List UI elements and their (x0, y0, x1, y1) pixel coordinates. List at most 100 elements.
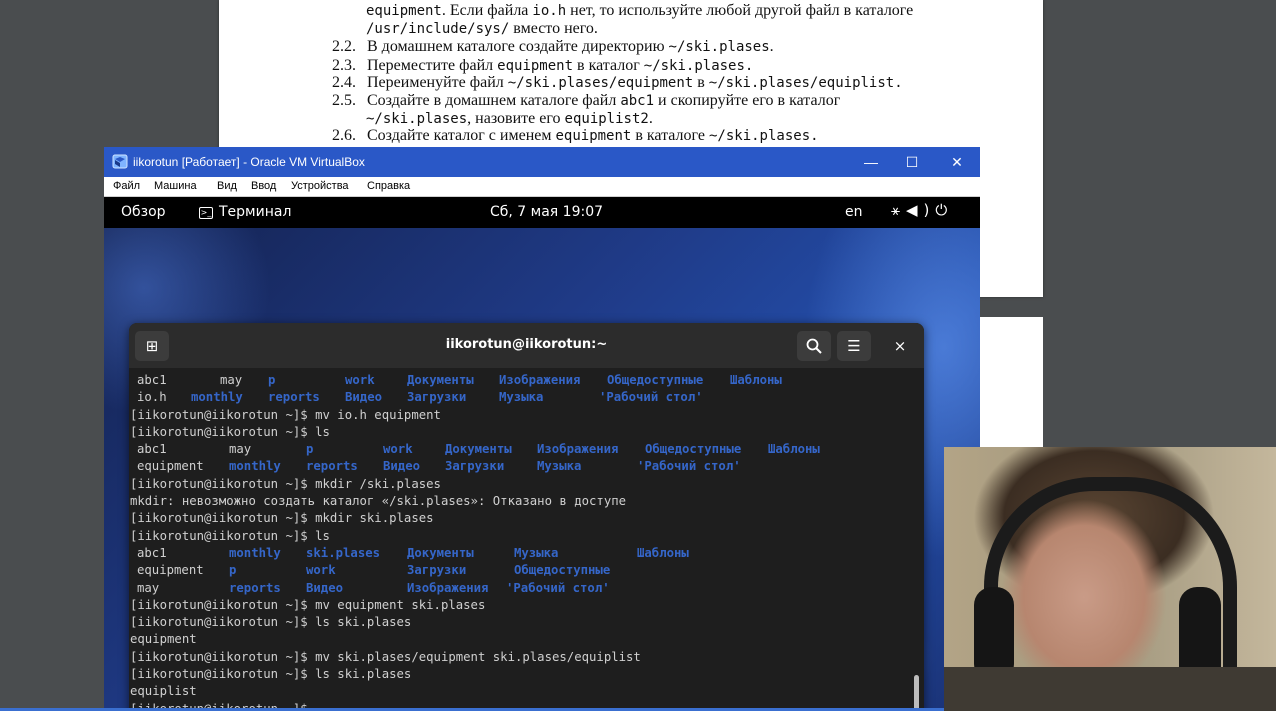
text-fragment: . (648, 110, 653, 127)
menu-item-input[interactable]: Ввод (251, 180, 276, 192)
minimize-button[interactable]: — (856, 152, 886, 172)
terminal-text: mkdir: невозможно создать каталог «/ski.… (130, 494, 627, 509)
text-fragment: и скопируйте его в каталог (654, 92, 841, 109)
code-fragment: equipment (555, 128, 632, 144)
webcam-overlay (944, 447, 1276, 711)
document-item-number: 2.2. (332, 38, 356, 55)
clock[interactable]: Сб, 7 мая 19:07 (490, 204, 603, 220)
code-fragment: equiplist2 (564, 111, 649, 127)
terminal-line: [iikorotun@iikorotun ~]$ mkdir /ski.plas… (130, 476, 910, 493)
terminal-text: [iikorotun@iikorotun ~]$ ls ski.plases (130, 667, 412, 682)
document-line-text: equipment. Если файла io.h нет, то испол… (366, 2, 913, 19)
directory-entry: monthly (229, 459, 281, 474)
directory-entry: Изображения (537, 442, 619, 457)
terminal-line: [iikorotun@iikorotun ~]$ mv equipment sk… (130, 597, 910, 614)
file-entry: abc1 (137, 373, 167, 387)
document-line-text: /usr/include/sys/ вместо него. (366, 20, 598, 37)
text-fragment: в каталоге (631, 127, 709, 144)
terminal-line: abc1 may p work Документы Изображения Общедост… (130, 441, 910, 458)
text-fragment: в каталог (573, 57, 644, 74)
window-titlebar[interactable]: iikorotun [Работает] - Oracle VM Virtual… (104, 147, 980, 177)
maximize-button[interactable]: ☐ (897, 152, 927, 172)
keyboard-layout-indicator[interactable]: en (845, 204, 863, 220)
terminal-text: [iikorotun@iikorotun ~]$ mv ski.plases/e… (130, 649, 641, 664)
document-item-number: 2.5. (332, 92, 356, 109)
app-menu[interactable]: >_ Терминал (199, 204, 291, 220)
terminal-text: [iikorotun@iikorotun ~]$ ls (130, 528, 330, 543)
directory-entry: monthly (191, 390, 243, 405)
directory-entry: Музыка (499, 390, 544, 405)
directory-entry: Шаблоны (768, 442, 820, 457)
document-line-text: В домашнем каталоге создайте директорию … (367, 38, 774, 56)
close-button[interactable]: ✕ (942, 152, 972, 172)
directory-entry: work (383, 442, 413, 457)
file-entry: abc1 (137, 442, 167, 457)
terminal-line: [iikorotun@iikorotun ~]$ mkdir ski.plase… (130, 510, 910, 527)
directory-entry: reports (268, 390, 320, 405)
activities-button[interactable]: Обзор (121, 204, 166, 220)
directory-entry: ski.plases (306, 545, 381, 560)
virtualbox-icon (112, 154, 128, 169)
directory-entry: Музыка (537, 459, 582, 474)
directory-entry: Музыка (514, 545, 559, 560)
terminal-line: equipment p work Загрузки Общедоступные (130, 562, 910, 579)
directory-entry: Изображения (407, 580, 489, 595)
directory-entry: Общедоступные (514, 563, 611, 578)
hamburger-menu-icon[interactable]: ☰ (837, 331, 871, 361)
terminal-line: equipment (130, 631, 910, 648)
text-fragment: вместо него. (509, 20, 598, 37)
menu-item-machine[interactable]: Машина (154, 180, 197, 192)
text-fragment: в (693, 74, 709, 91)
terminal-output[interactable]: abc1 may p work Документы Изображения Общедост… (130, 372, 910, 711)
system-menu-icons[interactable]: ⚹◀)⏻ (891, 201, 953, 219)
menu-item-file[interactable]: Файл (113, 180, 140, 192)
directory-entry: monthly (229, 545, 281, 560)
document-line: equipment. Если файла io.h нет, то испол… (366, 2, 913, 20)
document-line-text: Создайте каталог с именем equipment в ка… (367, 127, 819, 145)
text-fragment: Создайте каталог с именем (367, 127, 556, 144)
terminal-text: [iikorotun@iikorotun ~]$ mv equipment sk… (130, 597, 486, 612)
terminal-line: [iikorotun@iikorotun ~]$ ls ski.plases (130, 614, 910, 631)
directory-entry: Документы (445, 442, 512, 457)
search-icon[interactable] (797, 331, 831, 361)
directory-entry: 'Рабочий стол' (599, 390, 703, 405)
code-fragment: ~/ski.plases. (643, 58, 754, 74)
terminal-window[interactable]: ⊞ iikorotun@iikorotun:~ ☰ × abc1 may p work… (129, 323, 924, 711)
code-fragment: abc1 (620, 93, 655, 109)
code-fragment: ~/ski.plases. (708, 128, 819, 144)
virtualbox-window: iikorotun [Работает] - Oracle VM Virtual… (104, 147, 980, 711)
directory-entry: p (306, 442, 314, 457)
menu-item-view[interactable]: Вид (217, 180, 237, 192)
directory-entry: Видео (345, 390, 383, 405)
terminal-line: [iikorotun@iikorotun ~]$ ls (130, 528, 910, 545)
text-fragment: нет, то используйте любой другой файл в … (566, 2, 914, 19)
text-fragment: Создайте в домашнем каталоге файл (367, 92, 621, 109)
directory-entry: Документы (407, 373, 474, 387)
code-fragment: io.h (532, 3, 567, 19)
desktop-wallpaper: ⊞ iikorotun@iikorotun:~ ☰ × abc1 may p work… (104, 228, 980, 711)
terminal-line: may reports Видео Изображения 'Рабочий стол' (130, 580, 910, 597)
menu-item-help[interactable]: Справка (367, 180, 410, 192)
terminal-line: [iikorotun@iikorotun ~]$ mv io.h equipme… (130, 407, 910, 424)
document-line-text: Переместите файл equipment в каталог ~/s… (367, 57, 753, 75)
file-entry: may (220, 373, 243, 387)
directory-entry: work (345, 373, 375, 387)
terminal-headerbar[interactable]: ⊞ iikorotun@iikorotun:~ ☰ × (129, 323, 924, 368)
menu-item-devices[interactable]: Устройства (291, 180, 349, 192)
directory-entry: Документы (407, 545, 474, 560)
terminal-line: abc1 monthly ski.plases Документы Музыка Шабл… (130, 545, 910, 562)
document-line-text: Создайте в домашнем каталоге файл abc1 и… (367, 92, 840, 110)
document-line: ~/ski.plases, назовите его equiplist2. (366, 110, 653, 128)
directory-entry: Шаблоны (730, 373, 782, 387)
file-entry: io.h (137, 390, 167, 405)
scrollbar[interactable] (914, 675, 919, 711)
document-line-text: ~/ski.plases, назовите его equiplist2. (366, 110, 653, 127)
directory-entry: p (229, 563, 237, 578)
text-fragment: . Если файла (441, 2, 533, 19)
close-icon[interactable]: × (883, 331, 917, 361)
terminal-line: io.h monthly reports Видео Загрузки Музыка 'Ра… (130, 389, 910, 406)
directory-entry: Шаблоны (637, 545, 689, 560)
directory-entry: Загрузки (407, 390, 467, 405)
directory-entry: work (306, 563, 336, 578)
directory-entry: Общедоступные (645, 442, 742, 457)
